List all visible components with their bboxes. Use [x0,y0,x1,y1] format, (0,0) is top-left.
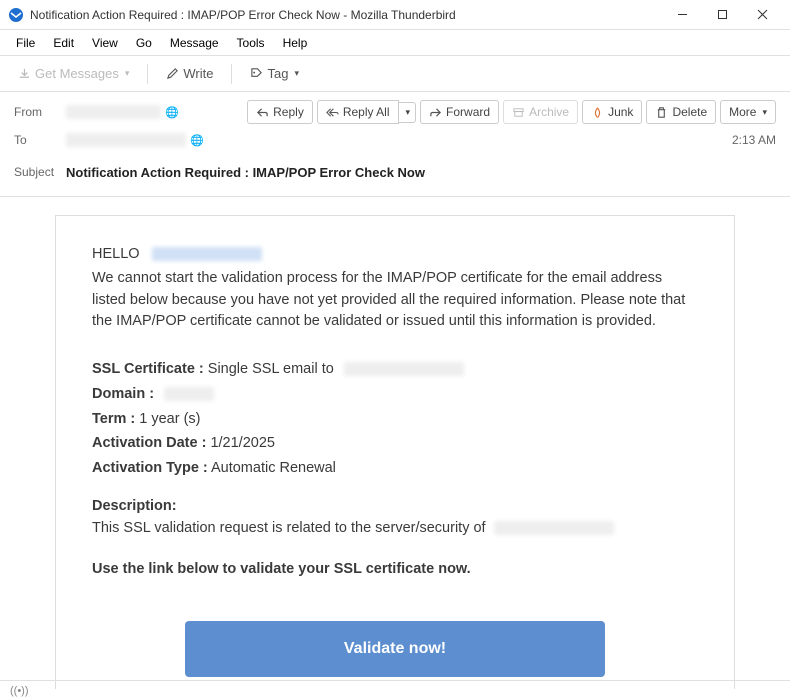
cta-text: Use the link below to validate your SSL … [92,559,698,581]
from-value: 🌐 [66,105,247,119]
to-value: 🌐 [66,133,732,147]
close-button[interactable] [742,1,782,29]
activation-date-line: Activation Date : 1/21/2025 [92,433,698,455]
menu-view[interactable]: View [84,33,126,53]
term-line: Term : 1 year (s) [92,409,698,431]
statusbar: ((•)) [0,680,790,700]
maximize-button[interactable] [702,1,742,29]
menu-file[interactable]: File [8,33,43,53]
hello-text: HELLO [92,246,140,262]
chevron-down-icon: ▾ [406,107,411,118]
term-value: 1 year (s) [135,411,200,427]
get-messages-button: Get Messages ▾ [10,62,137,85]
redacted-from [66,105,161,119]
reply-icon [256,106,269,119]
reply-button[interactable]: Reply [247,100,313,124]
pencil-icon [166,67,179,80]
menu-tools[interactable]: Tools [229,33,273,53]
domain-line: Domain : [92,384,698,406]
menu-edit[interactable]: Edit [45,33,82,53]
more-label: More [729,105,756,119]
term-label: Term : [92,411,135,427]
reply-all-icon [326,106,339,119]
window-controls [662,1,782,29]
redacted-recipient [152,247,262,261]
forward-button[interactable]: Forward [420,100,499,124]
subject-text: Notification Action Required : IMAP/POP … [66,165,425,180]
write-button[interactable]: Write [158,62,221,85]
toolbar: Get Messages ▾ Write Tag ▾ [0,56,790,92]
archive-icon [512,106,525,119]
message-time: 2:13 AM [732,133,776,147]
junk-label: Junk [608,105,633,119]
globe-icon: 🌐 [165,106,179,119]
intro-paragraph: We cannot start the validation process f… [92,268,698,333]
tag-icon [250,67,263,80]
toolbar-separator [231,64,232,84]
description-label: Description: [92,496,698,518]
tag-label: Tag [267,66,288,81]
get-messages-label: Get Messages [35,66,119,81]
to-label: To [14,133,66,147]
ssl-label: SSL Certificate : [92,361,204,377]
download-icon [18,67,31,80]
window-title: Notification Action Required : IMAP/POP … [30,8,662,22]
titlebar: Notification Action Required : IMAP/POP … [0,0,790,30]
button-container: Validate now! [92,621,698,687]
to-row: To 🌐 2:13 AM [14,126,776,154]
delete-button[interactable]: Delete [646,100,716,124]
description-text: This SSL validation request is related t… [92,520,486,536]
message-body: HELLO We cannot start the validation pro… [0,197,790,689]
subject-row: Subject Notification Action Required : I… [14,158,776,186]
message-headers: From 🌐 Reply Reply All ▾ Forward Archive… [0,92,790,197]
more-button[interactable]: More ▾ [720,100,776,124]
activation-date-label: Activation Date : [92,435,206,451]
ssl-value: Single SSL email to [204,361,334,377]
write-label: Write [183,66,213,81]
menu-help[interactable]: Help [275,33,316,53]
domain-label: Domain : [92,386,154,402]
trash-icon [655,106,668,119]
from-row: From 🌐 Reply Reply All ▾ Forward Archive… [14,98,776,126]
subject-label: Subject [14,165,66,179]
reply-all-label: Reply All [343,105,390,119]
activation-type-value: Automatic Renewal [208,460,336,476]
redacted-domain [164,387,214,401]
status-indicator: ((•)) [10,685,29,697]
globe-icon: 🌐 [190,134,204,147]
header-actions: Reply Reply All ▾ Forward Archive Junk D… [247,100,776,124]
chevron-down-icon: ▾ [762,107,767,118]
redacted-to [66,133,186,147]
archive-button: Archive [503,100,578,124]
redacted-ssl-email [344,362,464,376]
activation-type-label: Activation Type : [92,460,208,476]
app-icon [8,7,24,23]
tag-button[interactable]: Tag ▾ [242,62,307,85]
menubar: File Edit View Go Message Tools Help [0,30,790,56]
forward-icon [429,106,442,119]
forward-label: Forward [446,105,490,119]
reply-all-button[interactable]: Reply All [317,100,399,124]
email-content: HELLO We cannot start the validation pro… [55,215,735,689]
junk-button[interactable]: Junk [582,100,642,124]
minimize-button[interactable] [662,1,702,29]
menu-message[interactable]: Message [162,33,227,53]
ssl-cert-line: SSL Certificate : Single SSL email to [92,359,698,381]
flame-icon [591,106,604,119]
validate-button[interactable]: Validate now! [185,621,605,677]
reply-label: Reply [273,105,304,119]
reply-all-dropdown[interactable]: ▾ [399,102,417,123]
from-label: From [14,105,66,119]
chevron-down-icon: ▾ [294,68,299,79]
menu-go[interactable]: Go [128,33,160,53]
redacted-server [494,521,614,535]
toolbar-separator [147,64,148,84]
activation-type-line: Activation Type : Automatic Renewal [92,458,698,480]
chevron-down-icon: ▾ [125,68,130,79]
description-body: This SSL validation request is related t… [92,518,698,540]
archive-label: Archive [529,105,569,119]
activation-date-value: 1/21/2025 [206,435,275,451]
greeting: HELLO [92,244,698,266]
delete-label: Delete [672,105,707,119]
